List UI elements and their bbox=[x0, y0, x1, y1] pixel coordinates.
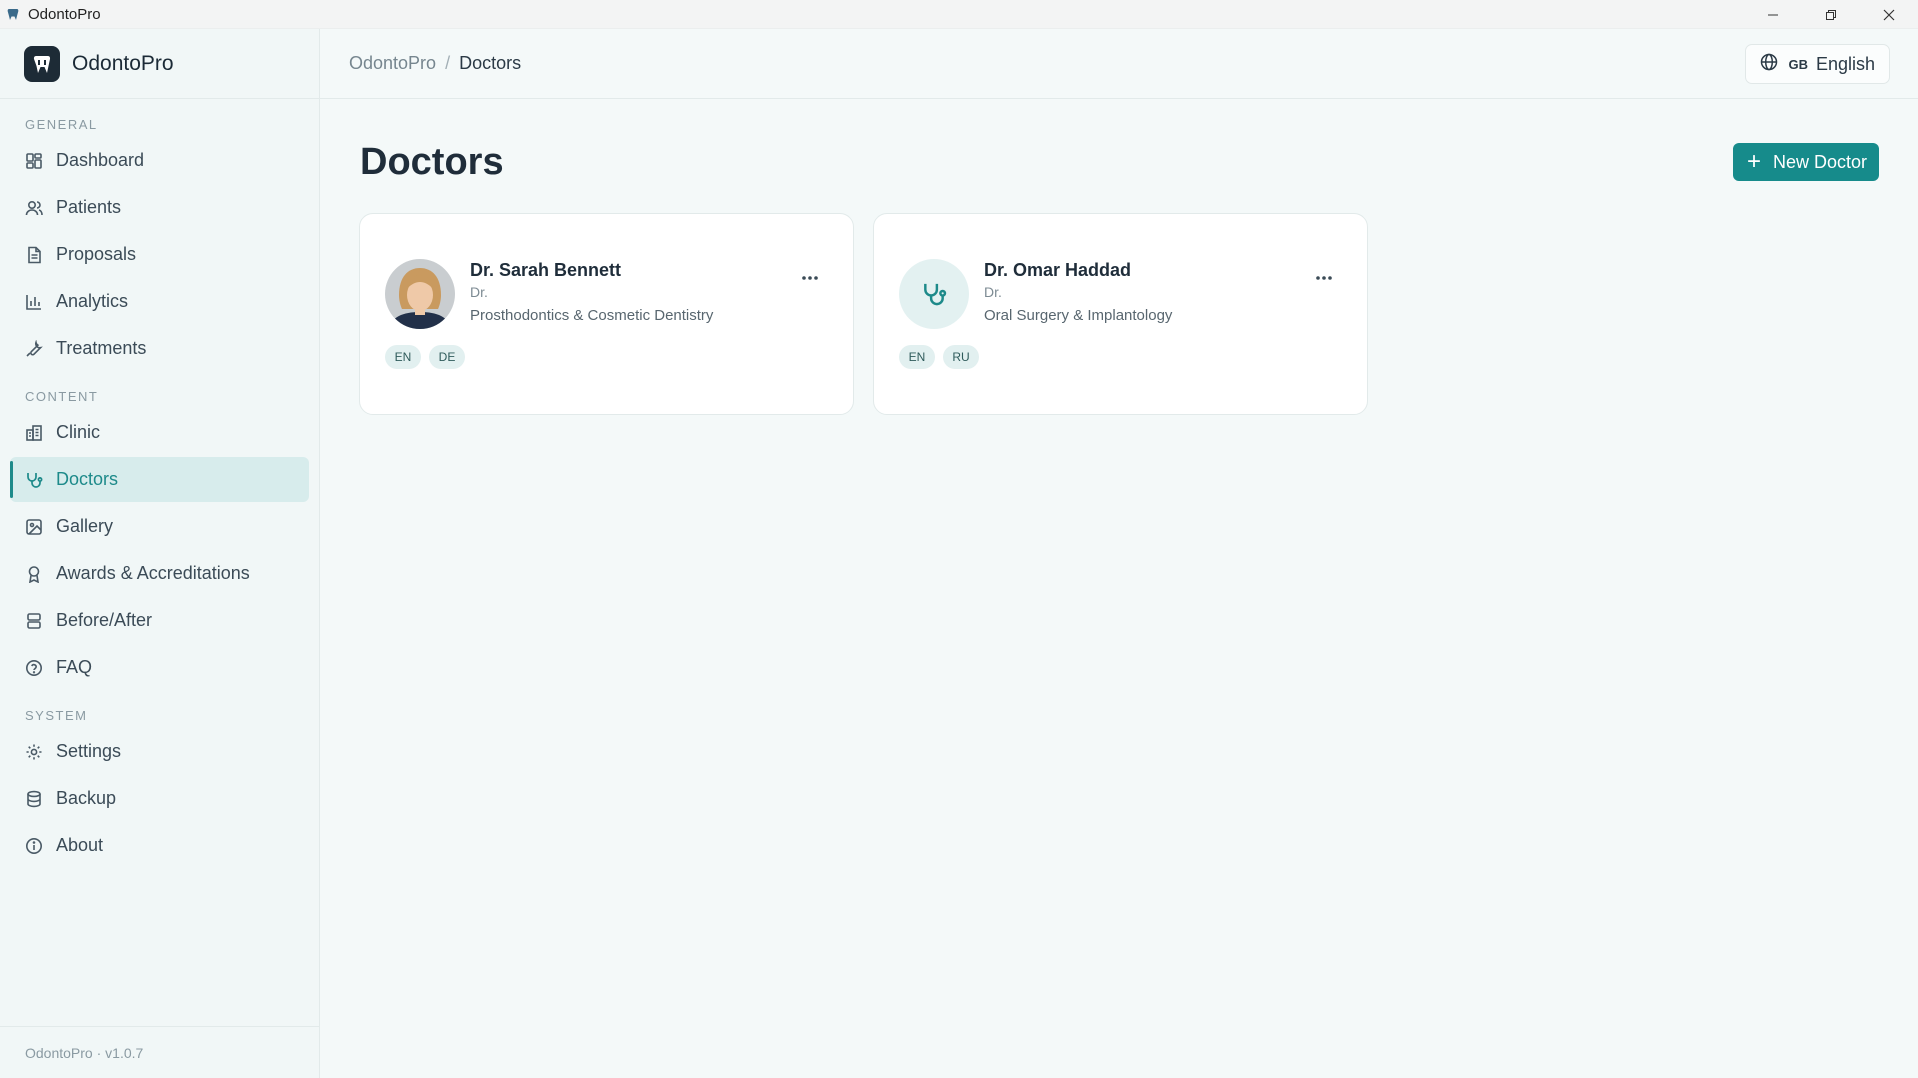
gear-icon bbox=[24, 742, 44, 762]
sidebar-item-label: Proposals bbox=[56, 244, 137, 264]
language-tag: EN bbox=[385, 345, 421, 369]
sidebar-item-clinic[interactable]: Clinic bbox=[10, 410, 309, 455]
doctor-card[interactable]: Dr. Sarah Bennett Dr. Prosthodontics & C… bbox=[359, 213, 854, 415]
breadcrumb-current: Doctors bbox=[459, 53, 522, 73]
sidebar-item-label: Gallery bbox=[56, 516, 114, 536]
section-label-general: GENERAL bbox=[25, 117, 98, 132]
wrench-icon bbox=[24, 339, 44, 359]
doctor-title: Dr. bbox=[470, 284, 488, 300]
sidebar-item-treatments[interactable]: Treatments bbox=[10, 326, 309, 371]
sidebar-item-settings[interactable]: Settings bbox=[10, 729, 309, 774]
version-footer: OdontoPro · v1.0.7 bbox=[0, 1026, 319, 1078]
language-tags: EN RU bbox=[899, 345, 979, 369]
main-content: Doctors + New Doctor Dr. Sarah Bennett D… bbox=[320, 99, 1918, 1078]
page-title: Doctors bbox=[360, 141, 504, 183]
language-tag: RU bbox=[943, 345, 979, 369]
section-label-content: CONTENT bbox=[25, 389, 99, 404]
sidebar-item-label: Dashboard bbox=[56, 150, 145, 170]
doctor-specialty: Oral Surgery & Implantology bbox=[984, 307, 1173, 324]
close-button[interactable] bbox=[1860, 0, 1918, 29]
language-tag: EN bbox=[899, 345, 935, 369]
new-doctor-label: New Doctor bbox=[1772, 151, 1867, 172]
language-label: English bbox=[1815, 53, 1875, 74]
sidebar: OdontoPro GENERAL Dashboard Patients Pro… bbox=[0, 29, 320, 1078]
sidebar-item-faq[interactable]: FAQ bbox=[10, 645, 309, 690]
language-code: GB bbox=[1788, 56, 1808, 72]
globe-icon bbox=[1760, 53, 1778, 76]
breadcrumb-separator: / bbox=[445, 53, 451, 73]
more-horizontal-icon bbox=[802, 276, 818, 280]
doctor-card[interactable]: Dr. Omar Haddad Dr. Oral Surgery & Impla… bbox=[873, 213, 1368, 415]
restore-icon bbox=[1826, 9, 1836, 20]
sidebar-item-awards[interactable]: Awards & Accreditations bbox=[10, 551, 309, 596]
doctor-photo bbox=[385, 259, 455, 329]
sidebar-item-label: Doctors bbox=[56, 469, 119, 489]
file-text-icon bbox=[24, 245, 44, 265]
sidebar-item-doctors[interactable]: Doctors bbox=[10, 457, 309, 502]
minimize-button[interactable] bbox=[1744, 0, 1802, 29]
sidebar-item-dashboard[interactable]: Dashboard bbox=[10, 138, 309, 183]
sidebar-item-label: Awards & Accreditations bbox=[56, 563, 250, 583]
tooth-icon bbox=[6, 7, 20, 21]
users-icon bbox=[24, 198, 44, 218]
sidebar-item-label: About bbox=[56, 835, 104, 855]
sidebar-item-patients[interactable]: Patients bbox=[10, 185, 309, 230]
stethoscope-icon bbox=[24, 470, 44, 490]
grid-icon bbox=[24, 151, 44, 171]
more-options-button[interactable] bbox=[1315, 270, 1333, 281]
sidebar-item-proposals[interactable]: Proposals bbox=[10, 232, 309, 277]
sidebar-item-gallery[interactable]: Gallery bbox=[10, 504, 309, 549]
section-label-system: SYSTEM bbox=[25, 708, 88, 723]
image-icon bbox=[24, 517, 44, 537]
sidebar-item-label: Clinic bbox=[56, 422, 101, 442]
split-icon bbox=[24, 611, 44, 631]
language-tags: EN DE bbox=[385, 345, 465, 369]
award-icon bbox=[24, 564, 44, 584]
new-doctor-button[interactable]: + New Doctor bbox=[1732, 143, 1879, 181]
database-icon bbox=[24, 789, 44, 809]
minimize-icon bbox=[1768, 14, 1778, 15]
restore-button[interactable] bbox=[1802, 0, 1860, 29]
window-titlebar: OdontoPro bbox=[0, 0, 1918, 29]
brand[interactable]: OdontoPro bbox=[0, 29, 319, 99]
tooth-logo-icon bbox=[24, 45, 60, 82]
sidebar-item-analytics[interactable]: Analytics bbox=[10, 279, 309, 324]
sidebar-item-about[interactable]: About bbox=[10, 823, 309, 868]
close-icon bbox=[1883, 9, 1895, 20]
sidebar-item-label: Analytics bbox=[56, 291, 129, 311]
doctor-name: Dr. Omar Haddad bbox=[984, 260, 1132, 280]
help-circle-icon bbox=[24, 658, 44, 678]
bar-chart-icon bbox=[24, 292, 44, 312]
doctor-specialty: Prosthodontics & Cosmetic Dentistry bbox=[470, 307, 714, 324]
more-horizontal-icon bbox=[1316, 276, 1332, 280]
breadcrumb-root[interactable]: OdontoPro bbox=[349, 53, 436, 74]
window-title: OdontoPro bbox=[28, 5, 101, 23]
sidebar-item-label: Settings bbox=[56, 741, 122, 761]
stethoscope-icon bbox=[924, 283, 947, 306]
sidebar-item-label: FAQ bbox=[56, 657, 93, 677]
building-icon bbox=[24, 423, 44, 443]
doctor-avatar bbox=[899, 259, 969, 329]
sidebar-item-backup[interactable]: Backup bbox=[10, 776, 309, 821]
doctor-title: Dr. bbox=[984, 284, 1002, 300]
brand-name: OdontoPro bbox=[72, 51, 174, 75]
sidebar-item-label: Treatments bbox=[56, 338, 147, 358]
sidebar-item-label: Backup bbox=[56, 788, 117, 808]
plus-icon: + bbox=[1746, 148, 1761, 175]
info-icon bbox=[24, 836, 44, 856]
sidebar-item-before-after[interactable]: Before/After bbox=[10, 598, 309, 643]
doctor-name: Dr. Sarah Bennett bbox=[470, 260, 622, 280]
sidebar-item-label: Before/After bbox=[56, 610, 153, 630]
language-selector[interactable]: GB English bbox=[1745, 44, 1890, 84]
language-tag: DE bbox=[429, 345, 465, 369]
doctor-avatar bbox=[385, 259, 455, 329]
more-options-button[interactable] bbox=[801, 270, 819, 281]
sidebar-item-label: Patients bbox=[56, 197, 122, 217]
topbar: OdontoPro / Doctors GB English bbox=[320, 29, 1918, 99]
